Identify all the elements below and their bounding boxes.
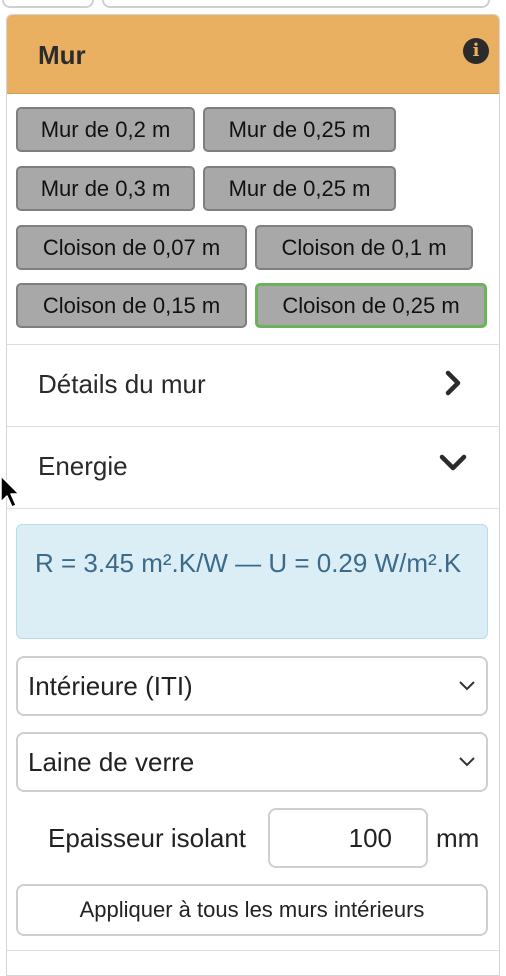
select-chevron-icon: [459, 757, 475, 767]
preset-button-cloison-0-25[interactable]: Cloison de 0,25 m: [255, 283, 487, 328]
wall-panel: Mur i Mur de 0,2 m Mur de 0,25 m Mur de …: [6, 14, 500, 976]
mouse-cursor-icon: [0, 475, 20, 508]
thickness-input[interactable]: [268, 808, 428, 868]
info-icon[interactable]: i: [463, 38, 489, 64]
chevron-right-icon: [445, 370, 461, 396]
preset-button-cloison-0-1[interactable]: Cloison de 0,1 m: [255, 225, 473, 270]
insulation-position-select[interactable]: Intérieure (ITI): [16, 656, 488, 716]
panel-header: Mur i: [7, 15, 499, 94]
wall-preset-group: Mur de 0,2 m Mur de 0,25 m Mur de 0,3 m …: [7, 94, 499, 345]
thermal-result-box: R = 3.45 m².K/W — U = 0.29 W/m².K: [16, 524, 488, 639]
preset-button-mur-0-3[interactable]: Mur de 0,3 m: [16, 166, 195, 211]
section-energy[interactable]: Energie: [7, 427, 499, 509]
insulation-material-value: Laine de verre: [28, 747, 195, 777]
insulation-position-value: Intérieure (ITI): [28, 671, 193, 701]
preset-button-mur-0-25[interactable]: Mur de 0,25 m: [203, 107, 396, 152]
thickness-unit-label: mm: [436, 823, 480, 853]
insulation-material-select[interactable]: Laine de verre: [16, 732, 488, 792]
select-chevron-icon: [459, 681, 475, 691]
section-energy-label: Energie: [38, 451, 128, 481]
top-control-stub-left: [2, 0, 94, 8]
preset-button-cloison-0-07[interactable]: Cloison de 0,07 m: [16, 225, 247, 270]
divider: [7, 950, 499, 951]
section-wall-details[interactable]: Détails du mur: [7, 345, 499, 427]
chevron-down-icon: [439, 454, 467, 471]
preset-button-mur-0-2[interactable]: Mur de 0,2 m: [16, 107, 195, 152]
panel-title: Mur: [38, 40, 86, 70]
thickness-label: Epaisseur isolant: [48, 823, 246, 853]
top-control-stub-right: [102, 0, 490, 8]
apply-to-all-interior-walls-button[interactable]: Appliquer à tous les murs intérieurs: [16, 884, 488, 936]
preset-button-cloison-0-15[interactable]: Cloison de 0,15 m: [16, 283, 247, 328]
preset-button-mur-0-25-alt[interactable]: Mur de 0,25 m: [203, 166, 396, 211]
section-wall-details-label: Détails du mur: [38, 369, 206, 399]
